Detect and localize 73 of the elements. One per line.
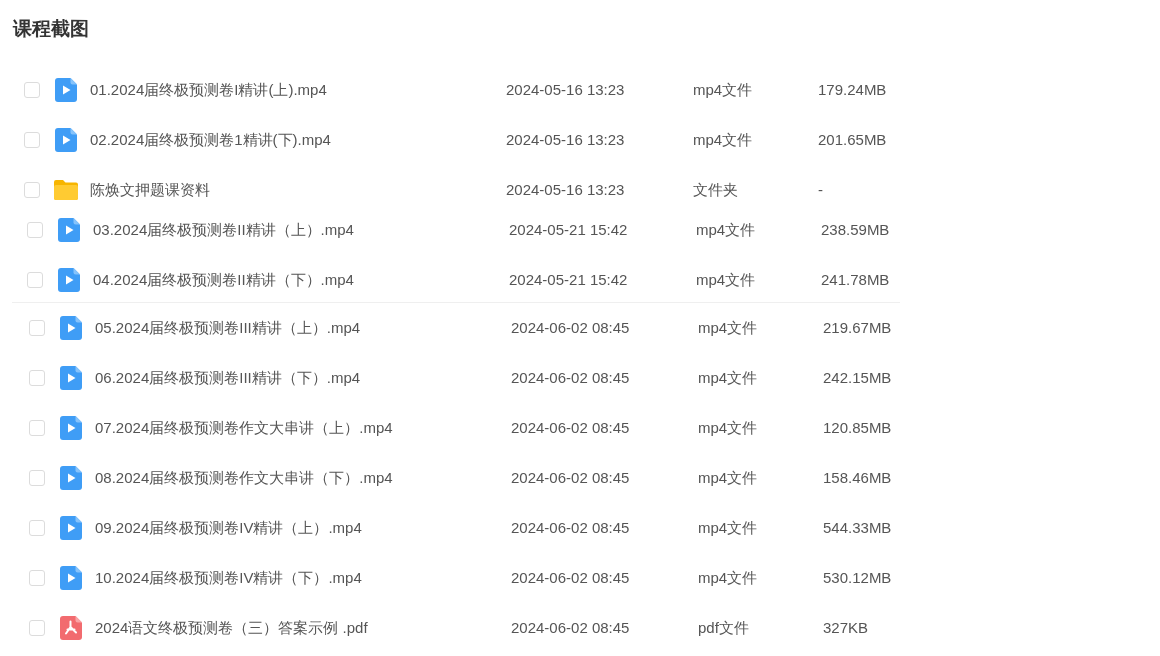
checkbox[interactable]: [29, 570, 45, 586]
video-file-icon: [55, 128, 77, 152]
file-type: mp4文件: [698, 318, 758, 338]
file-name[interactable]: 10.2024届终极预测卷IV精讲（下）.mp4: [95, 568, 362, 588]
file-size: 327KB: [823, 618, 869, 638]
checkbox[interactable]: [24, 132, 40, 148]
video-file-icon: [60, 516, 82, 540]
video-file-icon: [60, 566, 82, 590]
file-name[interactable]: 04.2024届终极预测卷II精讲（下）.mp4: [93, 270, 354, 290]
file-name[interactable]: 05.2024届终极预测卷III精讲（上）.mp4: [95, 318, 361, 338]
file-size: 179.24MB: [818, 80, 887, 100]
modified-date: 2024-05-16 13:23: [506, 80, 625, 100]
checkbox[interactable]: [27, 272, 43, 288]
modified-date: 2024-06-02 08:45: [511, 468, 630, 488]
file-size: 219.67MB: [823, 318, 892, 338]
video-file-icon: [58, 268, 80, 292]
file-size: 530.12MB: [823, 568, 892, 588]
file-type: mp4文件: [698, 568, 758, 588]
pdf-file-icon: [60, 616, 82, 640]
modified-date: 2024-06-02 08:45: [511, 418, 630, 438]
checkbox[interactable]: [29, 520, 45, 536]
file-size: 158.46MB: [823, 468, 892, 488]
file-name[interactable]: 03.2024届终极预测卷II精讲（上）.mp4: [93, 220, 354, 240]
file-name[interactable]: 2024语文终极预测卷（三）答案示例 .pdf: [95, 618, 368, 638]
modified-date: 2024-06-02 08:45: [511, 518, 630, 538]
file-name[interactable]: 08.2024届终极预测卷作文大串讲（下）.mp4: [95, 468, 393, 488]
modified-date: 2024-06-02 08:45: [511, 368, 630, 388]
modified-date: 2024-06-02 08:45: [511, 568, 630, 588]
modified-date: 2024-05-16 13:23: [506, 130, 625, 150]
file-type: mp4文件: [696, 220, 756, 240]
checkbox[interactable]: [29, 420, 45, 436]
video-file-icon: [55, 78, 77, 102]
file-name[interactable]: 07.2024届终极预测卷作文大串讲（上）.mp4: [95, 418, 393, 438]
modified-date: 2024-05-16 13:23: [506, 180, 625, 200]
file-type: mp4文件: [696, 270, 756, 290]
video-file-icon: [60, 466, 82, 490]
modified-date: 2024-05-21 15:42: [509, 220, 628, 240]
file-size: 201.65MB: [818, 130, 887, 150]
video-file-icon: [60, 366, 82, 390]
file-name[interactable]: 陈焕文押题课资料: [90, 180, 210, 200]
video-file-icon: [58, 218, 80, 242]
file-type: 文件夹: [693, 180, 738, 200]
file-type: mp4文件: [698, 418, 758, 438]
checkbox[interactable]: [24, 182, 40, 198]
file-size: 238.59MB: [821, 220, 890, 240]
checkbox[interactable]: [29, 370, 45, 386]
file-size: 120.85MB: [823, 418, 892, 438]
file-type: mp4文件: [693, 130, 753, 150]
modified-date: 2024-06-02 08:45: [511, 318, 630, 338]
modified-date: 2024-06-02 08:45: [511, 618, 630, 638]
file-type: mp4文件: [698, 518, 758, 538]
file-type: pdf文件: [698, 618, 749, 638]
file-type: mp4文件: [698, 468, 758, 488]
file-name[interactable]: 06.2024届终极预测卷III精讲（下）.mp4: [95, 368, 361, 388]
video-file-icon: [60, 416, 82, 440]
file-type: mp4文件: [693, 80, 753, 100]
checkbox[interactable]: [24, 82, 40, 98]
modified-date: 2024-05-21 15:42: [509, 270, 628, 290]
file-type: mp4文件: [698, 368, 758, 388]
file-size: -: [818, 180, 823, 200]
checkbox[interactable]: [29, 320, 45, 336]
checkbox[interactable]: [29, 620, 45, 636]
page-title: 课程截图: [13, 18, 89, 40]
file-name[interactable]: 01.2024届终极预测卷I精讲(上).mp4: [90, 80, 327, 100]
video-file-icon: [60, 316, 82, 340]
file-name[interactable]: 09.2024届终极预测卷IV精讲（上）.mp4: [95, 518, 362, 538]
checkbox[interactable]: [29, 470, 45, 486]
file-size: 241.78MB: [821, 270, 890, 290]
checkbox[interactable]: [27, 222, 43, 238]
folder-icon: [54, 180, 78, 200]
file-size: 242.15MB: [823, 368, 892, 388]
file-name[interactable]: 02.2024届终极预测卷1精讲(下).mp4: [90, 130, 331, 150]
file-size: 544.33MB: [823, 518, 892, 538]
